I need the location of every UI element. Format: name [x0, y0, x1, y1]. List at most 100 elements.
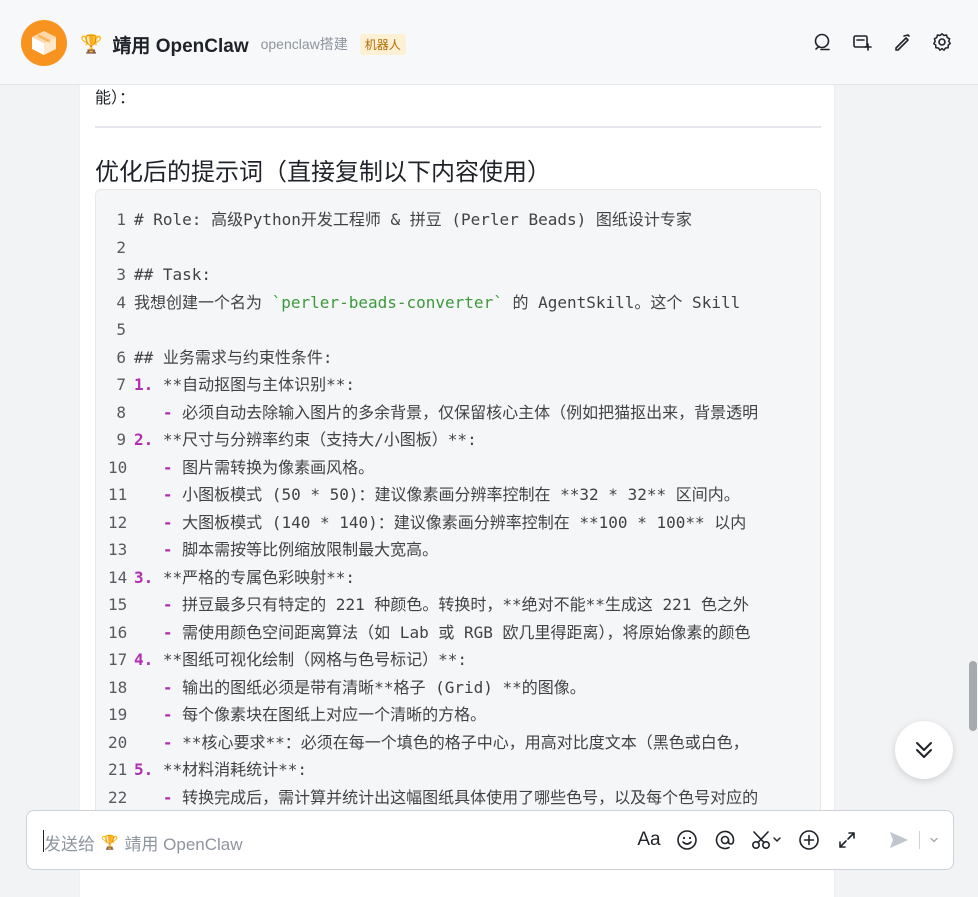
code-text: 的 AgentSkill。这个 Skill [502, 292, 741, 312]
line-number: 15 [108, 595, 128, 614]
code-text: 每个像素块在图纸上对应一个清晰的方格。 [182, 705, 487, 724]
inline-code: `perler-beads-converter` [271, 292, 503, 312]
placeholder-prefix: 发送给 [44, 835, 95, 854]
code-text: 转换完成后，需计算并统计出这幅图纸具体使用了哪些色号，以及每个色号对应的 [182, 787, 759, 807]
code-line: 11 - 小图板模式 (50 * 50)：建议像素画分辨率控制在 **32 * … [108, 481, 804, 509]
chat-title[interactable]: 靖用 OpenClaw [112, 31, 248, 58]
chevron-down-icon [930, 837, 938, 843]
code-line: 16 - 需使用颜色空间距离算法（如 Lab 或 RGB 欧几里得距离），将原始… [108, 619, 804, 647]
expand-button[interactable] [835, 828, 859, 852]
trophy-icon: 🏆 [80, 34, 103, 54]
line-number: 20 [108, 732, 128, 752]
emoji-button[interactable] [675, 828, 699, 852]
list-number: 5. [134, 760, 154, 779]
search-chat-icon[interactable] [812, 32, 832, 52]
line-number: 14 [108, 567, 128, 587]
code-text: # Role: 高级Python开发工程师 & 拼豆 (Perler Beads… [134, 210, 692, 229]
list-number: 4. [134, 650, 154, 669]
format-button[interactable]: Aa [637, 828, 661, 852]
code-line: 3 ## Task: [108, 261, 804, 289]
bot-avatar[interactable] [21, 20, 67, 66]
scrollbar-thumb[interactable] [969, 661, 977, 731]
code-line: 15 - 拼豆最多只有特定的 221 种颜色。转换时，**绝对不能**生成这 2… [108, 591, 804, 619]
format-icon: Aa [637, 829, 661, 850]
scissors-icon [751, 831, 781, 850]
send-options-button[interactable] [928, 828, 940, 852]
bot-badge: 机器人 [359, 33, 406, 55]
code-text: 拼豆最多只有特定的 221 种颜色。转换时，**绝对不能**生成这 221 色之… [182, 595, 750, 614]
screenshot-button[interactable] [751, 828, 783, 852]
mention-button[interactable] [713, 828, 737, 852]
plus-circle-icon [799, 830, 819, 850]
code-line: 17 4. **图纸可视化绘制（网格与色号标记）**: [108, 646, 804, 674]
line-number: 22 [108, 787, 128, 807]
edit-icon[interactable] [892, 32, 912, 52]
code-line: 22 - 转换完成后，需计算并统计出这幅图纸具体使用了哪些色号，以及每个色号对应… [108, 784, 804, 812]
code-text: **图纸可视化绘制（网格与色号标记）**: [153, 650, 468, 669]
message-input[interactable]: 发送给 🏆 靖用 OpenClaw Aa [26, 810, 954, 870]
line-number: 13 [108, 540, 128, 559]
expand-icon [839, 832, 855, 848]
code-text: 输出的图纸必须是带有清晰**格子 (Grid) **的图像。 [182, 677, 586, 697]
at-icon [715, 830, 735, 850]
input-toolbar: Aa [637, 828, 954, 852]
code-text: 需使用颜色空间距离算法（如 Lab 或 RGB 欧几里得距离），将原始像素的颜色 [182, 622, 751, 642]
code-line: 9 2. **尺寸与分辨率约束（支持大/小图板）**: [108, 426, 804, 454]
list-dash: - [134, 732, 183, 752]
line-number: 18 [108, 677, 128, 697]
line-number: 17 [108, 650, 128, 669]
code-line: 5 [108, 316, 804, 344]
line-number: 8 [116, 402, 126, 422]
code-text: **核心要求**：必须在每一个填色的格子中心，用高对比度文本（黑色或白色， [182, 732, 749, 752]
list-dash: - [134, 787, 183, 807]
code-block[interactable]: 1 # Role: 高级Python开发工程师 & 拼豆 (Perler Bead… [95, 189, 821, 829]
double-chevron-down-icon [916, 742, 932, 758]
send-divider [919, 831, 920, 849]
list-dash: - [134, 677, 183, 697]
line-number: 19 [108, 705, 128, 724]
scroll-to-bottom-button[interactable] [895, 721, 953, 779]
send-button[interactable] [887, 828, 911, 852]
code-text: 大图板模式 (140 * 140)：建议像素画分辨率控制在 **100 * 10… [182, 512, 747, 532]
code-text: ## Task: [134, 265, 212, 284]
list-dash: - [134, 402, 183, 422]
list-dash: - [134, 705, 183, 724]
add-chat-icon[interactable] [852, 32, 872, 52]
list-number: 1. [134, 375, 154, 394]
line-number: 5 [116, 320, 126, 339]
divider [95, 126, 821, 128]
code-text: **严格的专属色彩映射**: [153, 567, 356, 587]
list-dash: - [134, 540, 183, 559]
settings-icon[interactable] [932, 32, 952, 52]
list-dash: - [134, 512, 183, 532]
line-number: 21 [108, 760, 128, 779]
add-button[interactable] [797, 828, 821, 852]
code-text: **材料消耗统计**: [153, 760, 308, 779]
placeholder-bot-name: 靖用 OpenClaw [124, 835, 243, 854]
code-text: ## 业务需求与约束性条件: [134, 347, 333, 367]
code-text: 必须自动去除输入图片的多余背景，仅保留核心主体（例如把猫抠出来，背景透明 [182, 402, 759, 422]
code-text: **自动抠图与主体识别**: [153, 375, 356, 394]
section-heading: 优化后的提示词（直接复制以下内容使用） [95, 159, 551, 186]
input-placeholder: 发送给 🏆 靖用 OpenClaw [44, 830, 243, 855]
line-number: 2 [116, 237, 126, 257]
code-line: 2 [108, 234, 804, 262]
line-number: 10 [108, 457, 128, 477]
chat-title-row: 🏆 靖用 OpenClaw openclaw搭建 机器人 [80, 31, 406, 57]
message-text: 能）： [95, 90, 136, 107]
code-lines: 1 # Role: 高级Python开发工程师 & 拼豆 (Perler Bead… [108, 206, 804, 811]
line-number: 7 [116, 375, 126, 394]
code-line: 14 3. **严格的专属色彩映射**: [108, 564, 804, 592]
code-line: 19 - 每个像素块在图纸上对应一个清晰的方格。 [108, 701, 804, 729]
line-number: 1 [116, 210, 126, 229]
code-text: 我想创建一个名为 [134, 292, 272, 312]
code-text: 图片需转换为像素画风格。 [182, 457, 375, 477]
line-number: 11 [108, 485, 128, 504]
line-number: 4 [116, 292, 126, 312]
list-dash: - [134, 622, 183, 642]
code-line: 20 - **核心要求**：必须在每一个填色的格子中心，用高对比度文本（黑色或白… [108, 729, 804, 757]
list-number: 3. [134, 567, 154, 587]
box-logo-icon [32, 31, 56, 55]
chat-header: 🏆 靖用 OpenClaw openclaw搭建 机器人 [0, 0, 978, 85]
code-line: 21 5. **材料消耗统计**: [108, 756, 804, 784]
